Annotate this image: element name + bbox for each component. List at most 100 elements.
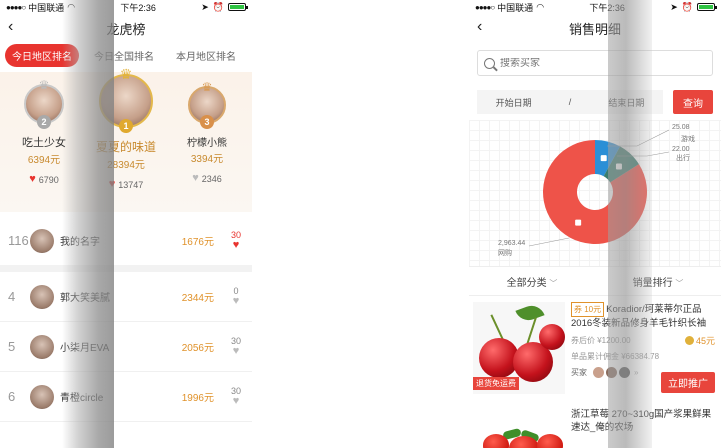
podium-name: 柠檬小熊: [187, 138, 227, 149]
podium-amount: 28394元: [107, 160, 145, 171]
like-button[interactable]: 0 ♥: [228, 286, 244, 307]
category-filter[interactable]: 全部分类 ﹀: [469, 274, 595, 289]
coin-icon: [684, 336, 694, 345]
avatar: ♛ 2: [24, 78, 64, 129]
tab-today-national[interactable]: 今日全国排名: [87, 44, 161, 67]
free-return-badge: 退货免运费: [473, 377, 519, 390]
product-title: 浙江草莓 270~310g国产浆果鲜果 速达_俺的农场: [571, 409, 712, 433]
rank-number: 4: [8, 289, 16, 304]
chevron-down-icon: ﹀: [675, 278, 684, 288]
rank-name: 我的名字: [60, 237, 100, 248]
slice-name-label: 游戏: [681, 136, 695, 143]
avatar: [30, 284, 54, 309]
avatar: [30, 384, 54, 409]
product-info: 浙江草莓 270~310g国产浆果鲜果 速达_俺的农场: [565, 408, 715, 448]
ranking-tabs: 今日地区排名 今日全国排名 本月地区排名 本月: [0, 42, 252, 68]
wifi-icon: ◠: [536, 1, 545, 12]
my-rank-row[interactable]: 116 我的名字 1676元 30 ♥: [0, 216, 252, 272]
cherry-shape: [539, 324, 565, 350]
rank-amount: 2344元: [181, 293, 214, 304]
product-image[interactable]: 退货免运费: [473, 302, 565, 394]
promote-button[interactable]: 立即推广: [661, 372, 715, 393]
signal-icon: ●●●●○: [6, 2, 26, 12]
sales-row: 单品累计佣金 ¥66384.78: [571, 351, 715, 362]
query-button[interactable]: 查询: [673, 90, 713, 114]
price-row: 券后价 ¥1200.00 45元: [571, 334, 715, 347]
rank-badge: 2: [37, 115, 51, 129]
podium-name: 夏夏的味道: [95, 140, 156, 154]
location-icon: ➤: [201, 1, 209, 12]
avatar: [30, 228, 54, 253]
chevron-down-icon: ﹀: [549, 278, 558, 288]
sales-pie-chart: 25.08 游戏 22.00 出行 2,963.44 网购: [469, 120, 721, 266]
product-image[interactable]: [473, 408, 565, 448]
time-label: 下午2:36: [589, 2, 625, 13]
sales-detail-screen: ●●●●○ 中国联通 ◠ 下午2:36 ➤ ⏰ ‹ 销售明细 开始日期 / 结束…: [469, 0, 721, 448]
coupon-tag: 券 10元: [571, 302, 605, 317]
end-date-field[interactable]: 结束日期: [608, 96, 644, 109]
rank-badge: 1: [119, 119, 133, 133]
tab-today-region[interactable]: 今日地区排名: [5, 43, 79, 67]
table-row[interactable]: 5 小柒月EVA 2056元 30 ♥: [0, 322, 252, 372]
signal-icon: ●●●●○: [475, 2, 495, 12]
slice-category-icon: [575, 219, 582, 226]
product-card[interactable]: 浙江草莓 270~310g国产浆果鲜果 速达_俺的农场: [469, 402, 721, 448]
like-button[interactable]: 30 ♥: [228, 230, 244, 251]
like-count: 6790: [38, 174, 59, 185]
product-title: 券 10元 Koradior/珂莱蒂尔正品2016冬装新品修身羊毛针织长袖: [571, 302, 715, 330]
sales-sort-filter[interactable]: 销量排行 ﹀: [595, 274, 721, 289]
strawberry-shape: [537, 434, 563, 448]
avatar: ♛ 1: [99, 66, 153, 133]
slice-value-label: 2,963.44: [498, 240, 526, 247]
crown-icon: ♛: [201, 80, 213, 94]
product-card[interactable]: 退货免运费 券 10元 Koradior/珂莱蒂尔正品2016冬装新品修身羊毛针织…: [469, 296, 721, 394]
nav-bar: ‹ 龙虎榜: [0, 14, 252, 42]
commission-value: 45元: [695, 336, 715, 346]
like-button[interactable]: 30 ♥: [228, 386, 244, 407]
back-icon[interactable]: ‹: [8, 18, 13, 36]
podium-item-3[interactable]: ♛ 3 柠檬小熊 3394元 ♥ 2346: [178, 80, 236, 184]
rank-amount: 1676元: [181, 237, 214, 248]
date-filter: 开始日期 / 结束日期 查询: [477, 90, 713, 114]
slice-value-label: 25.08: [672, 124, 690, 131]
leaf-shape: [515, 302, 545, 325]
table-row[interactable]: 4 郭大笑美腻 2344元 0 ♥: [0, 272, 252, 322]
heart-icon: ♥: [232, 395, 240, 407]
battery-icon: [697, 3, 717, 11]
slice-category-icon: [615, 163, 622, 170]
slice-name-label: 出行: [676, 155, 690, 162]
carrier-label: 中国联通: [497, 2, 534, 13]
avatar: [618, 366, 631, 379]
date-separator: /: [568, 97, 572, 107]
search-input[interactable]: [500, 57, 700, 69]
heart-icon: ♥: [232, 295, 240, 307]
podium-item-1[interactable]: ♛ 1 夏夏的味道 28394元 ♥ 13747: [88, 66, 164, 190]
filter-label: 销量排行: [632, 277, 673, 289]
tab-month-region[interactable]: 本月地区排名: [169, 44, 243, 67]
cumulative-commission: 单品累计佣金 ¥66384.78: [571, 352, 660, 361]
back-icon[interactable]: ‹: [477, 18, 482, 36]
table-row[interactable]: 6 青橙circle 1996元 30 ♥: [0, 372, 252, 422]
filter-bar: 全部分类 ﹀ 销量排行 ﹀: [469, 266, 721, 296]
like-button[interactable]: ♥ 6790: [14, 174, 74, 185]
status-bar: ●●●●○ 中国联通 ◠ 下午2:36 ➤ ⏰: [0, 0, 252, 14]
rank-amount: 1996元: [181, 393, 214, 404]
battery-icon: [228, 3, 248, 11]
like-button[interactable]: ♥ 2346: [178, 173, 236, 184]
crown-icon: ♛: [119, 66, 133, 82]
like-count: 13747: [118, 179, 144, 190]
rank-number: 5: [8, 339, 16, 354]
like-button[interactable]: 30 ♥: [228, 336, 244, 357]
tab-month-more[interactable]: 本月: [251, 44, 252, 67]
time-label: 下午2:36: [120, 2, 156, 13]
start-date-field[interactable]: 开始日期: [496, 96, 532, 109]
search-bar[interactable]: [477, 50, 713, 76]
like-button[interactable]: ♥ 13747: [88, 179, 164, 190]
carrier-label: 中国联通: [28, 2, 65, 13]
date-range-field[interactable]: 开始日期 / 结束日期: [477, 90, 663, 114]
leader-line-2: [528, 237, 570, 247]
podium-item-2[interactable]: ♛ 2 吃土少女 6394元 ♥ 6790: [14, 78, 74, 185]
search-icon: [484, 57, 495, 69]
nav-bar: ‹ 销售明细: [469, 14, 721, 42]
heart-icon: ♥: [192, 172, 199, 184]
